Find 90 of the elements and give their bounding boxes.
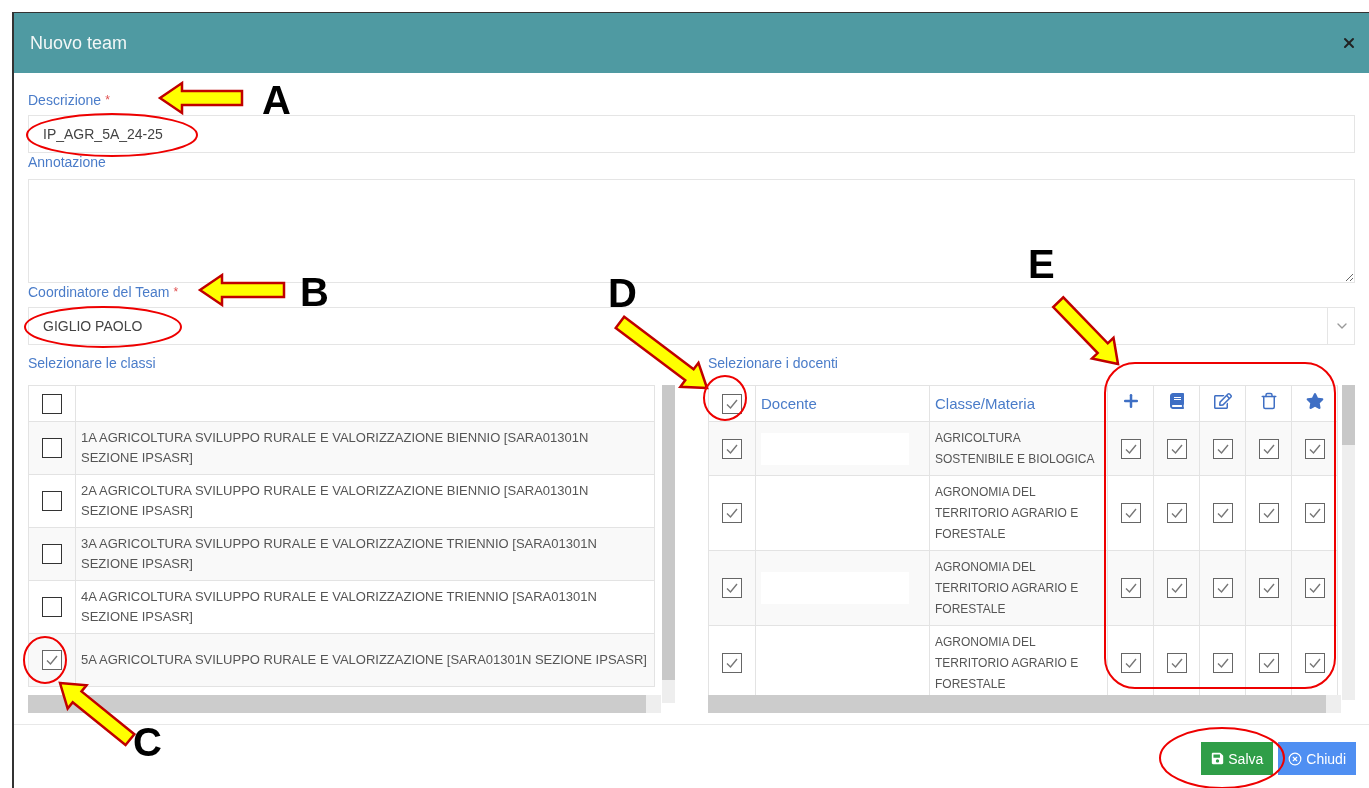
callout-arrow — [1051, 295, 1120, 366]
table-cell: 1A AGRICOLTURA SVILUPPO RURALE E VALORIZZAZIONE BIENNIO [SARA01301N SEZIONE IPSASR] — [75, 421, 655, 475]
callout-letter: C — [133, 727, 162, 757]
highlight-circle — [703, 375, 747, 421]
field-label: Annotazione — [28, 153, 106, 171]
checkbox[interactable] — [1120, 503, 1141, 524]
checkbox[interactable] — [42, 491, 62, 512]
checkbox[interactable] — [1258, 503, 1279, 524]
checkbox[interactable] — [1212, 578, 1233, 599]
column-header: Docente — [755, 385, 930, 422]
checkbox[interactable] — [1166, 578, 1187, 599]
trash-icon — [1259, 391, 1278, 410]
checkmark-icon — [1215, 581, 1230, 596]
callout-letter: D — [608, 278, 637, 308]
checkmark-icon — [725, 581, 739, 596]
checkmark-icon — [1123, 581, 1138, 596]
text-field[interactable]: IP_AGR_5A_24-25 — [28, 115, 1355, 153]
checkbox[interactable] — [1166, 653, 1187, 674]
checkbox[interactable] — [1212, 438, 1233, 459]
table-cell: AGRONOMIA DEL TERRITORIO AGRARIO E FORESTALE — [929, 475, 1108, 551]
scrollbar[interactable] — [1342, 385, 1355, 700]
circle-x-icon — [1288, 751, 1303, 766]
checkmark-icon — [1261, 506, 1276, 521]
edit-icon — [1213, 391, 1232, 410]
dialog-title: Nuovo team — [30, 32, 128, 54]
checkbox[interactable] — [722, 653, 742, 674]
checkmark-icon — [1261, 581, 1276, 596]
scrollbar[interactable] — [708, 695, 1341, 713]
book-icon — [1168, 392, 1185, 409]
column-header: Classe/Materia — [929, 385, 1108, 422]
select-field[interactable]: GIGLIO PAOLO — [28, 307, 1355, 345]
checkbox[interactable] — [1258, 438, 1279, 459]
checkbox[interactable] — [1304, 578, 1325, 599]
section-label: Selezionare i docenti — [708, 354, 839, 372]
scrollbar[interactable] — [662, 385, 675, 703]
checkmark-icon — [1123, 506, 1138, 521]
checkbox[interactable] — [1166, 438, 1187, 459]
checkbox[interactable] — [722, 503, 742, 524]
checkbox[interactable] — [1304, 503, 1325, 524]
table-cell: 5A AGRICOLTURA SVILUPPO RURALE E VALORIZZAZIONE [SARA01301N SEZIONE IPSASR] — [75, 633, 655, 687]
callout-letter: A — [262, 85, 291, 115]
checkbox[interactable] — [1120, 653, 1141, 674]
checkmark-icon — [1123, 656, 1138, 671]
table-cell: AGRONOMIA DEL TERRITORIO AGRARIO E FORESTALE — [929, 625, 1108, 695]
checkbox[interactable] — [42, 438, 62, 459]
checkbox[interactable] — [1212, 653, 1233, 674]
section-label: Selezionare le classi — [28, 354, 157, 372]
close-icon[interactable] — [1341, 35, 1357, 51]
checkmark-icon — [1307, 656, 1322, 671]
checkbox[interactable] — [722, 578, 742, 599]
required-mark: * — [105, 92, 110, 109]
checkmark-icon — [1169, 506, 1184, 521]
star-icon — [1305, 391, 1324, 410]
checkbox[interactable] — [1212, 503, 1233, 524]
checkmark-icon — [725, 656, 739, 671]
table-cell: AGRONOMIA DEL TERRITORIO AGRARIO E FORESTALE — [929, 550, 1108, 626]
required-mark: * — [173, 284, 179, 301]
table-cell: 3A AGRICOLTURA SVILUPPO RURALE E VALORIZZAZIONE TRIENNIO [SARA01301N SEZIONE IPSASR] — [75, 527, 655, 581]
checkbox[interactable] — [1258, 578, 1279, 599]
checkmark-icon — [1169, 656, 1184, 671]
checkbox[interactable] — [722, 393, 742, 414]
checkbox[interactable] — [1120, 438, 1141, 459]
checkbox[interactable] — [1304, 438, 1325, 459]
checkmark-icon — [1215, 656, 1230, 671]
checkmark-icon — [1261, 656, 1276, 671]
checkmark-icon — [1169, 581, 1184, 596]
checkbox[interactable] — [42, 597, 62, 618]
checkmark-icon — [1307, 581, 1322, 596]
checkmark-icon — [1307, 506, 1322, 521]
field-label: Coordinatore del Team — [28, 283, 170, 301]
checkmark-icon — [45, 653, 59, 668]
checkbox[interactable] — [42, 650, 62, 671]
table-cell: 4A AGRICOLTURA SVILUPPO RURALE E VALORIZZAZIONE TRIENNIO [SARA01301N SEZIONE IPSASR] — [75, 580, 655, 634]
floppy-icon — [1211, 752, 1225, 765]
checkbox[interactable] — [1120, 578, 1141, 599]
checkmark-icon — [1215, 506, 1230, 521]
highlight-circle — [23, 636, 67, 684]
checkmark-icon — [725, 506, 739, 521]
checkbox[interactable] — [1166, 503, 1187, 524]
callout-letter: E — [1028, 249, 1055, 279]
checkbox[interactable] — [1258, 653, 1279, 674]
checkbox[interactable] — [42, 393, 62, 414]
checkbox[interactable] — [42, 544, 62, 565]
scrollbar[interactable] — [28, 695, 661, 713]
table-cell: AGRICOLTURA SOSTENIBILE E BIOLOGICA — [929, 421, 1108, 476]
checkbox[interactable] — [1304, 653, 1325, 674]
table-cell: 2A AGRICOLTURA SVILUPPO RURALE E VALORIZZAZIONE BIENNIO [SARA01301N SEZIONE IPSASR] — [75, 474, 655, 528]
field-label: Descrizione — [28, 91, 102, 109]
checkbox[interactable] — [722, 438, 742, 459]
callout-letter: B — [300, 277, 329, 307]
